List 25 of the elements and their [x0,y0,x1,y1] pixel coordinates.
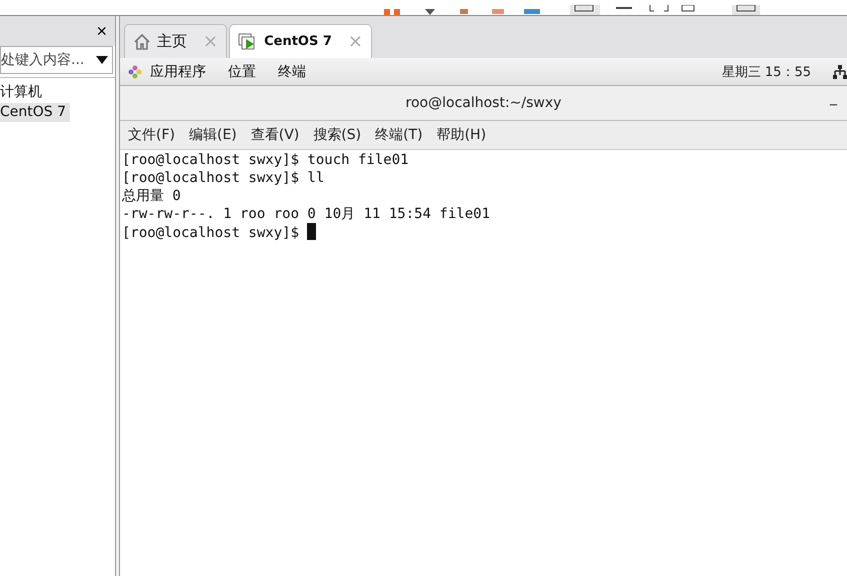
top-bar-menu[interactable]: 应用程序 [150,62,206,80]
menu-item[interactable]: 帮助(H) [436,126,486,144]
top-bar-menu[interactable]: 位置 [228,62,256,80]
dropdown-icon[interactable] [96,56,108,64]
terminal-output: [roo@localhost swxy]$ touch file01 [roo@localhost swxy]$ ll 总用量 0 -rw-rw-r--. 1 roo roo 0 10月 11 15:54 file01 [roo@localhost swxy]$ [121,151,492,243]
top-bar-menu[interactable]: 终端 [278,62,306,80]
home-icon [133,32,151,50]
terminal-title: roo@localhost:~/swxy [406,95,562,111]
minimize-button[interactable]: _ [830,90,837,106]
menu-item[interactable]: 编辑(E) [188,126,237,144]
menu-item[interactable]: 搜索(S) [313,126,362,144]
menu-item[interactable]: 文件(F) [128,126,175,144]
menu-item[interactable]: 终端(T) [375,126,423,144]
tab-label: CentOS 7 [264,34,332,49]
close-button[interactable]: × [96,20,107,42]
tab[interactable]: CentOS 7 × [229,24,372,58]
search-field[interactable]: 处键入内容... [0,46,113,74]
clock: 星期三 15：55 [722,64,811,80]
applications-icon[interactable] [128,64,142,78]
network-icon[interactable] [833,64,847,78]
tab[interactable]: 主页 × [124,24,228,58]
library-item[interactable]: CentOS 7 [0,103,70,122]
tab-label: 主页 [157,32,187,51]
library-item[interactable]: 计算机 [0,82,46,103]
menu-item[interactable]: 查看(V) [250,126,300,144]
